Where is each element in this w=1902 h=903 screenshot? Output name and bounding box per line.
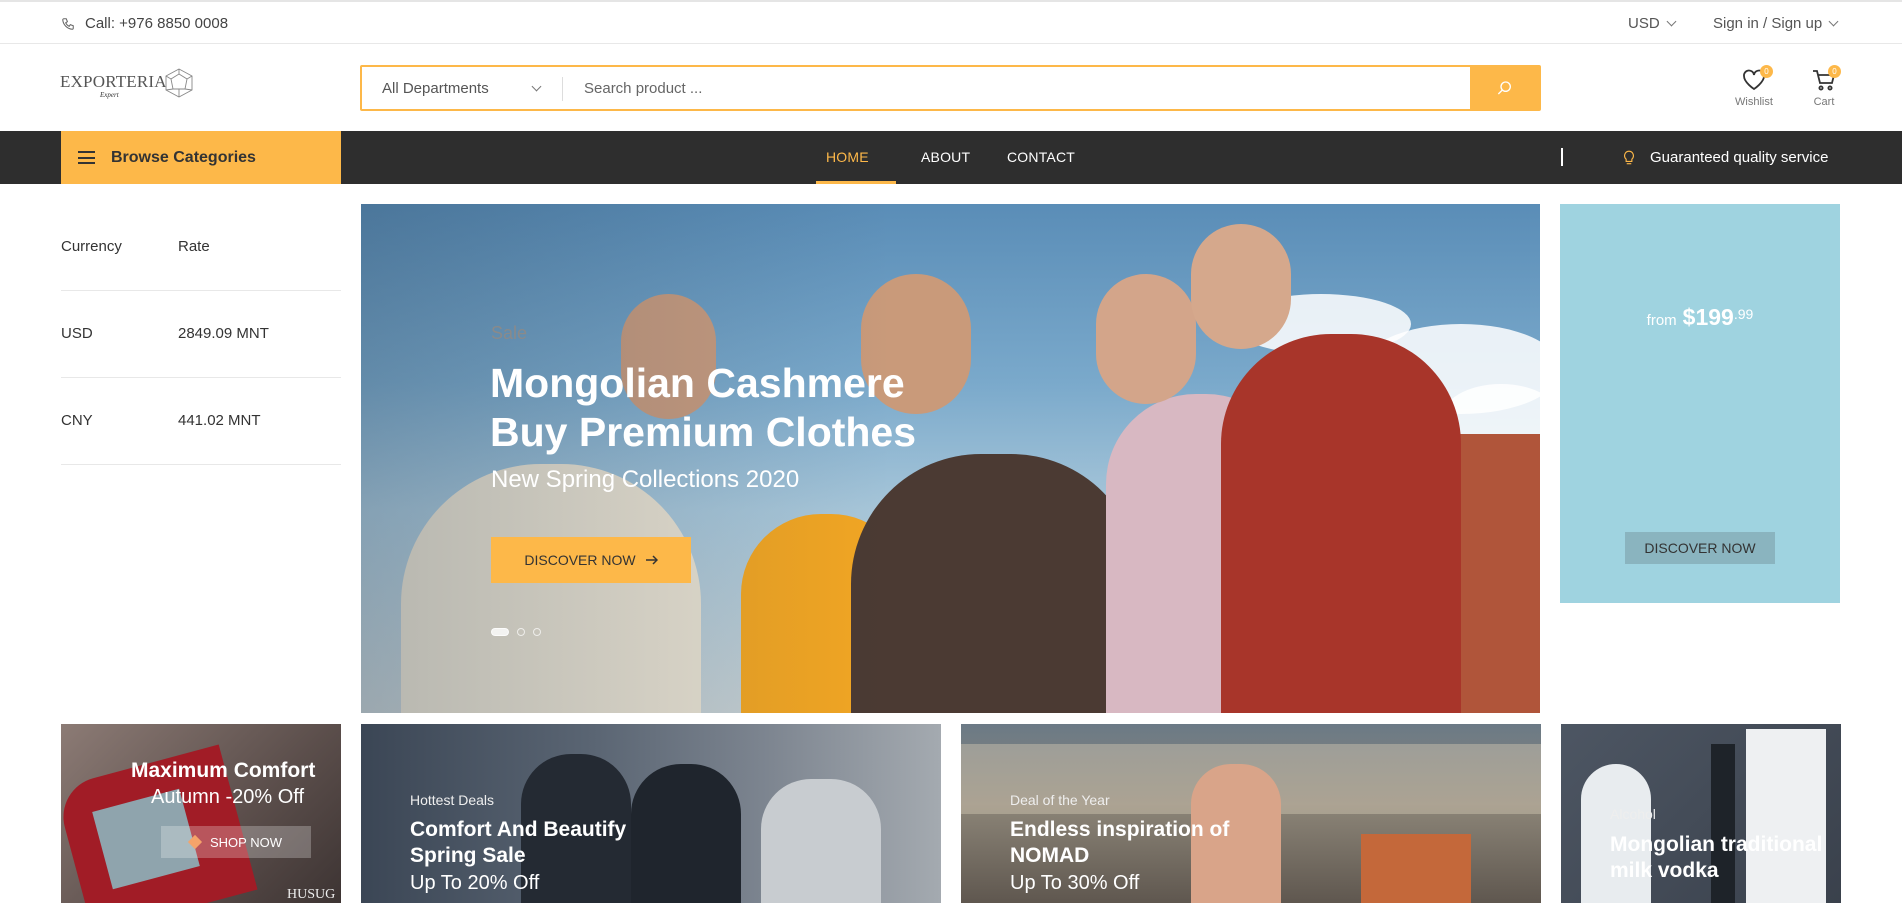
- banner-offer: Up To 20% Off: [410, 872, 540, 894]
- wishlist-button[interactable]: 0 Wishlist: [1734, 65, 1774, 112]
- hero-subtitle: New Spring Collections 2020: [491, 466, 800, 493]
- chevron-down-icon: [531, 81, 542, 92]
- sign-in-text: Sign in / Sign up: [1713, 15, 1823, 32]
- nav-separator: [1561, 148, 1563, 166]
- slider-dot[interactable]: [533, 628, 541, 636]
- slider-dot[interactable]: [517, 628, 525, 636]
- promo-price: from $199.99: [1560, 304, 1840, 331]
- table-row: CNY 441.02 MNT: [61, 378, 341, 465]
- contact-phone[interactable]: Call: +976 8850 0008: [61, 15, 228, 32]
- search-divider: [562, 77, 563, 101]
- hero-slider[interactable]: Sale Mongolian Cashmere Buy Premium Clot…: [361, 204, 1540, 713]
- banner-deal-of-the-year[interactable]: Deal of the Year Endless inspiration of …: [961, 724, 1541, 903]
- currency-code: USD: [61, 325, 93, 342]
- cart-label: Cart: [1813, 96, 1835, 108]
- banner-title: Mongolian traditional milk vodka: [1610, 832, 1840, 884]
- header-currency: Currency: [61, 238, 122, 255]
- slider-pagination: [491, 628, 541, 636]
- currency-rate: 2849.09 MNT: [178, 325, 269, 342]
- banner-tag: Deal of the Year: [1010, 792, 1110, 808]
- chevron-down-icon: [1828, 16, 1839, 27]
- banner-hottest-deals[interactable]: Hottest Deals Comfort And Beautify Sprin…: [361, 724, 941, 903]
- banner-brand: HUSUG: [287, 887, 336, 902]
- wishlist-count-badge: 0: [1760, 65, 1773, 78]
- banner-tag: Alcohol: [1610, 806, 1656, 822]
- banner-shop-button[interactable]: SHOP NOW: [161, 826, 311, 858]
- currency-selector[interactable]: USD: [1628, 15, 1677, 32]
- banner-title-line-2: NOMAD: [1010, 844, 1090, 867]
- currency-selector-value: USD: [1628, 15, 1660, 32]
- browse-categories-label: Browse Categories: [111, 148, 256, 166]
- chevron-down-icon: [1666, 16, 1677, 27]
- side-promo-banner[interactable]: from $199.99 DISCOVER NOW: [1560, 204, 1840, 603]
- person-shape: [761, 779, 881, 903]
- department-select-value: All Departments: [382, 79, 489, 97]
- hero-discover-label: DISCOVER NOW: [524, 552, 636, 568]
- banner-title-line-1: Mongolian traditional: [1610, 833, 1823, 856]
- hero-title-line-1: Mongolian Cashmere: [490, 360, 905, 406]
- quality-notice-text: Guaranteed quality service: [1650, 149, 1829, 166]
- browse-categories-button[interactable]: Browse Categories: [61, 131, 341, 184]
- banner-shop-label: SHOP NOW: [210, 834, 282, 850]
- banner-title-line-2: Spring Sale: [410, 844, 526, 867]
- arrow-right-icon: [645, 555, 658, 565]
- currency-code: CNY: [61, 412, 93, 429]
- diamond-icon: [187, 834, 203, 850]
- slider-dot-active[interactable]: [491, 628, 509, 636]
- sign-in-link[interactable]: Sign in / Sign up: [1713, 15, 1839, 32]
- banner-title-line-1: Comfort And Beautify: [410, 818, 627, 841]
- hero-title: Mongolian Cashmere Buy Premium Clothes: [490, 359, 1010, 457]
- logo-polyhedron-icon: [165, 68, 193, 98]
- banner-alcohol[interactable]: Alcohol Mongolian traditional milk vodka: [1561, 724, 1841, 903]
- promo-from-label: from: [1646, 312, 1677, 329]
- hero-tag: Sale: [491, 323, 528, 343]
- banner-offer: Autumn -20% Off: [151, 786, 305, 808]
- promo-price-cents: .99: [1733, 306, 1754, 322]
- hero-overlay: [361, 204, 1540, 713]
- nav-about[interactable]: ABOUT: [921, 131, 970, 184]
- site-logo[interactable]: EXPORTERIA Expert: [60, 66, 195, 102]
- promo-discover-button[interactable]: DISCOVER NOW: [1625, 532, 1775, 564]
- department-select[interactable]: All Departments: [362, 67, 562, 109]
- phone-icon: [62, 17, 74, 30]
- logo-wordmark: EXPORTERIA: [60, 72, 167, 91]
- search-bar: All Departments: [360, 65, 1541, 111]
- lightbulb-icon: [1624, 150, 1634, 164]
- hero-discover-button[interactable]: DISCOVER NOW: [491, 537, 691, 583]
- currency-rate: 441.02 MNT: [178, 412, 261, 429]
- currency-rate-table: Currency Rate USD 2849.09 MNT CNY 441.02…: [61, 204, 341, 465]
- quality-notice: Guaranteed quality service: [1622, 131, 1828, 184]
- scooter-shape: [1361, 834, 1471, 903]
- banner-title-line-1: Endless inspiration of: [1010, 818, 1230, 841]
- banner-tag: Hottest Deals: [410, 792, 495, 808]
- cart-count-badge: 0: [1828, 65, 1841, 78]
- wishlist-label: Wishlist: [1735, 96, 1773, 108]
- nav-contact[interactable]: CONTACT: [1007, 131, 1075, 184]
- banner-offer: Up To 30% Off: [1010, 872, 1140, 894]
- hero-title-line-2: Buy Premium Clothes: [490, 409, 917, 455]
- banner-maximum-comfort[interactable]: Maximum Comfort Autumn -20% Off SHOP NOW…: [61, 724, 341, 903]
- cart-button[interactable]: 0 Cart: [1806, 65, 1842, 112]
- search-button[interactable]: [1470, 67, 1539, 109]
- banner-title: Endless inspiration of NOMAD: [1010, 817, 1270, 869]
- contact-phone-text: Call: +976 8850 0008: [85, 15, 229, 32]
- nav-active-indicator: [816, 181, 896, 184]
- top-bar: Call: +976 8850 0008 USD Sign in / Sign …: [0, 0, 1902, 44]
- table-row: USD 2849.09 MNT: [61, 291, 341, 378]
- promo-price-value: $199: [1682, 304, 1734, 330]
- nav-home[interactable]: HOME: [826, 131, 869, 184]
- logo-subtitle: Expert: [100, 91, 119, 99]
- header-rate: Rate: [178, 238, 210, 255]
- banner-title-line-2: milk vodka: [1610, 859, 1719, 882]
- banner-title: Comfort And Beautify Spring Sale: [410, 817, 670, 869]
- search-input[interactable]: [584, 67, 1484, 109]
- table-header-row: Currency Rate: [61, 204, 341, 291]
- banner-title: Maximum Comfort: [131, 759, 316, 782]
- search-icon: [1497, 81, 1511, 95]
- menu-icon: [78, 151, 95, 164]
